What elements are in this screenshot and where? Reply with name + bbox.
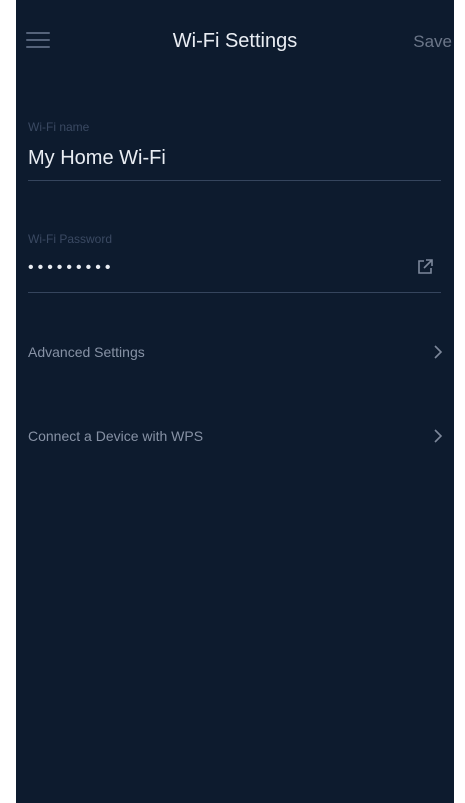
wifi-settings-screen: Wi-Fi Settings Save Wi-Fi name My Home W… xyxy=(16,0,454,803)
wifi-name-divider xyxy=(28,180,441,181)
chevron-right-icon xyxy=(434,429,443,443)
wifi-name-field[interactable]: My Home Wi-Fi xyxy=(28,145,166,171)
connect-wps-label: Connect a Device with WPS xyxy=(28,428,204,444)
wifi-name-label: Wi-Fi name xyxy=(28,120,90,134)
header-bar: Wi-Fi Settings Save xyxy=(16,0,454,84)
external-share-icon[interactable] xyxy=(415,257,435,277)
connect-wps-row[interactable]: Connect a Device with WPS xyxy=(16,418,454,454)
advanced-settings-row[interactable]: Advanced Settings xyxy=(16,334,454,370)
advanced-settings-label: Advanced Settings xyxy=(28,344,145,360)
wifi-password-field[interactable]: ••••••••• xyxy=(28,255,114,281)
chevron-right-icon xyxy=(434,345,443,359)
page-title: Wi-Fi Settings xyxy=(172,30,298,52)
save-button[interactable]: Save xyxy=(413,31,452,53)
wifi-password-divider xyxy=(28,292,441,293)
wifi-password-label: Wi-Fi Password xyxy=(28,232,113,246)
